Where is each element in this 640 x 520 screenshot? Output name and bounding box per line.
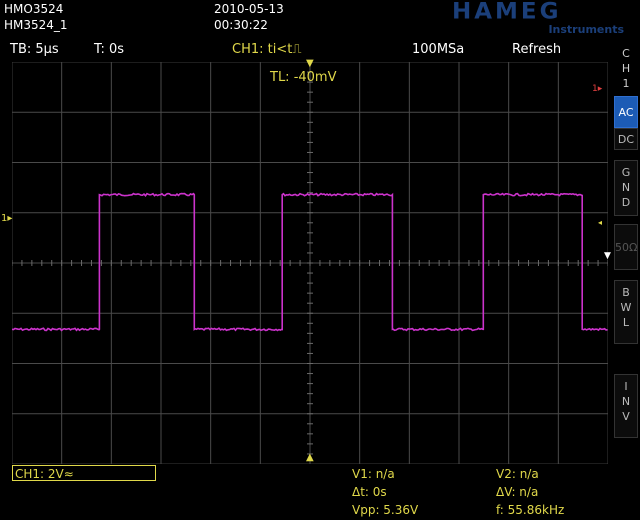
- ch1-setting-box[interactable]: CH1: 2V≈: [12, 465, 156, 481]
- coupling-button-inv[interactable]: INV: [614, 374, 638, 438]
- vpp-readout: Vpp: 5.36V: [352, 503, 419, 517]
- coupling-button-ac[interactable]: AC: [614, 96, 638, 128]
- v1-readout: V1: n/a: [352, 467, 395, 481]
- trigger-position-bottom-icon: ▲: [306, 452, 314, 463]
- trigger-setting-label[interactable]: CH1: ti<t⎍: [232, 42, 301, 57]
- coupling-button-50[interactable]: 50Ω: [614, 224, 638, 270]
- channel-label: CH1: [621, 47, 631, 90]
- coupling-button-gnd[interactable]: GND: [614, 160, 638, 216]
- ref-marker: 1▸: [592, 84, 603, 94]
- sample-rate-label[interactable]: 100MSa: [412, 42, 464, 57]
- trigger-position-icon[interactable]: ▼: [306, 58, 314, 69]
- scroll-down-icon[interactable]: ▼: [604, 251, 611, 261]
- timebase-label[interactable]: TB: 5µs: [10, 42, 59, 57]
- trigger-level-marker-icon: ◂: [598, 218, 603, 227]
- hameg-logo: HAMEG Instruments: [452, 0, 630, 38]
- waveform-display[interactable]: [12, 62, 608, 464]
- date-label: 2010-05-13: [214, 2, 284, 16]
- frequency-readout: f: 55.86kHz: [496, 503, 565, 517]
- device-model: HMO3524: [4, 2, 64, 16]
- acquisition-mode-label[interactable]: Refresh: [512, 42, 561, 57]
- delta-t-readout: Δt: 0s: [352, 485, 387, 499]
- trigger-time-label[interactable]: T: 0s: [94, 42, 124, 57]
- brand-subtitle: Instruments: [548, 23, 624, 36]
- time-label: 00:30:22: [214, 18, 268, 32]
- v2-readout: V2: n/a: [496, 467, 539, 481]
- device-name: HM3524_1: [4, 18, 68, 32]
- ch1-ground-marker[interactable]: 1▸: [1, 213, 12, 224]
- coupling-button-bwl[interactable]: BWL: [614, 280, 638, 344]
- trigger-level-label: TL: -40mV: [270, 70, 337, 85]
- brand-name: HAMEG: [452, 0, 562, 25]
- delta-v-readout: ΔV: n/a: [496, 485, 539, 499]
- coupling-button-dc[interactable]: DC: [614, 128, 638, 150]
